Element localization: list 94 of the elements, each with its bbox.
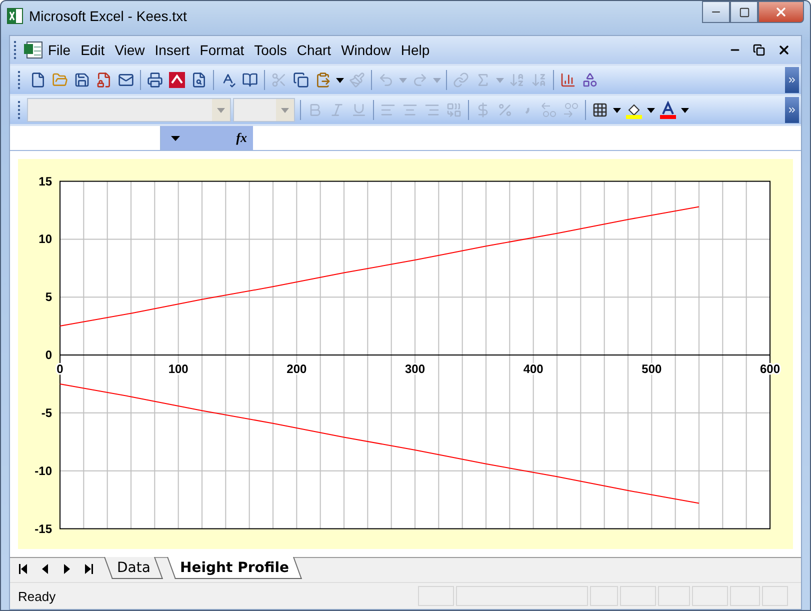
scissors-icon xyxy=(271,72,287,88)
workbook-icon xyxy=(23,41,43,59)
mail-icon xyxy=(118,72,134,88)
align-left-icon xyxy=(380,102,396,118)
menu-item[interactable]: Tools xyxy=(249,40,292,60)
file-lock-icon xyxy=(96,72,112,88)
caret-icon xyxy=(217,108,225,112)
paintbrush-icon xyxy=(349,72,365,88)
chevrons-icon xyxy=(787,105,797,115)
x-tick-label: 100 xyxy=(168,362,188,376)
status-panel xyxy=(658,586,690,606)
y-tick-label: 0 xyxy=(45,348,52,362)
maximize-button[interactable] xyxy=(730,1,758,23)
status-panel xyxy=(692,586,728,606)
last-icon xyxy=(85,564,93,574)
printer-icon xyxy=(147,72,163,88)
restore-icon[interactable] xyxy=(753,44,765,56)
font-color-icon xyxy=(659,101,677,119)
menu-item[interactable]: View xyxy=(110,40,150,60)
menu-item[interactable]: Help xyxy=(396,40,435,60)
x-tick-label: 200 xyxy=(286,362,307,376)
status-panel xyxy=(418,586,454,606)
percent-icon xyxy=(497,102,513,118)
borders-icon xyxy=(592,102,608,118)
chevrons-icon xyxy=(787,75,797,85)
y-tick-label: -5 xyxy=(41,406,52,420)
merge-icon xyxy=(446,102,462,118)
close-icon xyxy=(774,5,788,19)
x-tick-label: 500 xyxy=(642,362,662,376)
menu-item[interactable]: Chart xyxy=(292,40,336,60)
caret-icon xyxy=(647,108,655,112)
spreadsheet-app-icon xyxy=(7,8,23,24)
y-tick-label: 10 xyxy=(38,232,52,246)
increase-decimal-icon xyxy=(540,102,558,118)
y-tick-label: -15 xyxy=(34,522,52,536)
caret-icon xyxy=(496,78,504,82)
clipboard-icon xyxy=(315,72,331,88)
sort-descending-icon xyxy=(531,72,547,88)
close-icon[interactable] xyxy=(777,43,791,57)
book-icon xyxy=(242,72,258,88)
align-right-icon xyxy=(424,102,440,118)
comma-icon xyxy=(524,106,530,114)
underline-icon xyxy=(351,102,367,118)
menu-item[interactable]: Window xyxy=(336,40,396,60)
caret-icon xyxy=(433,78,441,82)
status-panel xyxy=(620,586,656,606)
decrease-decimal-icon xyxy=(562,102,580,118)
pdf-icon xyxy=(168,71,186,89)
y-tick-label: 15 xyxy=(38,174,52,188)
sheet-tab[interactable]: Data xyxy=(104,557,164,579)
y-tick-label: -10 xyxy=(34,464,52,478)
toolbar-options-button[interactable] xyxy=(785,97,799,123)
shapes-icon xyxy=(582,72,598,88)
first-icon xyxy=(19,564,27,574)
x-tick-label: 400 xyxy=(523,362,544,376)
y-tick-label: 5 xyxy=(45,290,52,304)
status-panel xyxy=(730,586,760,606)
toolbar-options-button[interactable] xyxy=(785,67,799,93)
insert-function-label[interactable]: fx xyxy=(189,126,253,150)
undo-icon xyxy=(378,72,394,88)
sheet-tab[interactable]: Height Profile xyxy=(167,557,302,579)
bar-chart-icon xyxy=(560,72,576,88)
status-panel xyxy=(762,586,788,606)
menu-item[interactable]: Edit xyxy=(76,40,110,60)
caret-icon xyxy=(399,78,407,82)
caret-icon xyxy=(170,136,180,140)
menu-item[interactable]: File xyxy=(43,40,76,60)
link-icon xyxy=(453,72,469,88)
caret-icon xyxy=(281,108,289,112)
save-icon xyxy=(74,72,90,88)
new-file-icon xyxy=(30,72,46,88)
folder-icon xyxy=(52,72,68,88)
redo-icon xyxy=(412,72,428,88)
x-tick-label: 300 xyxy=(405,362,425,376)
status-text: Ready xyxy=(18,588,57,604)
print-preview-icon xyxy=(191,72,207,88)
minimize-button[interactable] xyxy=(702,1,730,23)
copy-icon xyxy=(293,72,309,88)
align-center-icon xyxy=(402,102,418,118)
menu-item[interactable]: Format xyxy=(194,40,250,60)
caret-icon xyxy=(681,108,689,112)
caret-icon xyxy=(336,78,344,82)
font-color-button[interactable] xyxy=(657,98,679,122)
previous-icon xyxy=(42,564,48,574)
close-button[interactable] xyxy=(758,1,804,23)
status-panel xyxy=(590,586,618,606)
window-title: Microsoft Excel - Kees.txt xyxy=(29,8,188,24)
menu-item[interactable]: Insert xyxy=(150,40,195,60)
italic-icon xyxy=(329,102,345,118)
maximize-icon xyxy=(738,6,750,18)
sort-ascending-icon xyxy=(509,72,525,88)
next-icon xyxy=(64,564,70,574)
caret-icon xyxy=(613,108,621,112)
name-box-dropdown[interactable] xyxy=(161,126,189,150)
